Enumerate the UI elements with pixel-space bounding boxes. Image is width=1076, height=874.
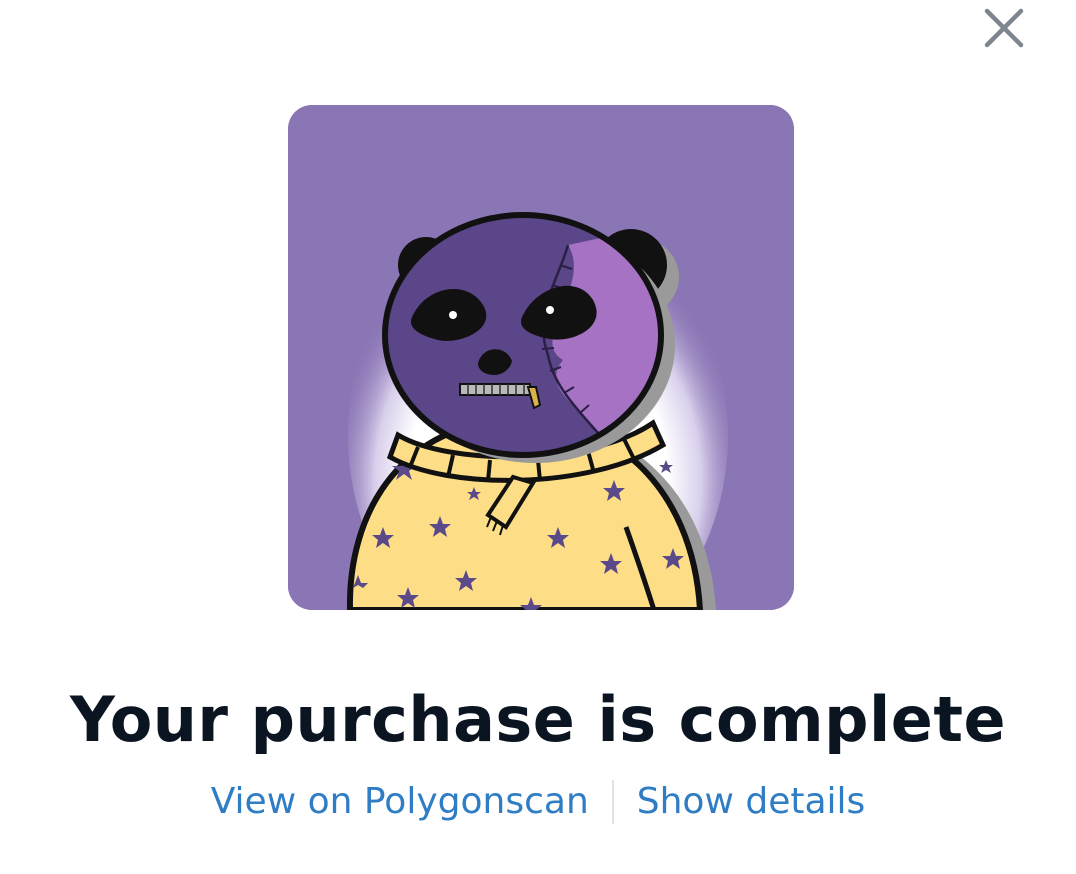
action-links: View on Polygonscan Show details (0, 776, 1076, 828)
nft-image (288, 105, 794, 610)
close-icon (984, 8, 1024, 48)
close-button[interactable] (979, 4, 1029, 52)
show-details-link[interactable]: Show details (637, 776, 866, 828)
page-title: Your purchase is complete (69, 683, 1007, 756)
view-on-polygonscan-link[interactable]: View on Polygonscan (211, 776, 589, 828)
purchase-complete-modal: Your purchase is complete View on Polygo… (0, 0, 1076, 874)
link-divider (611, 780, 614, 824)
